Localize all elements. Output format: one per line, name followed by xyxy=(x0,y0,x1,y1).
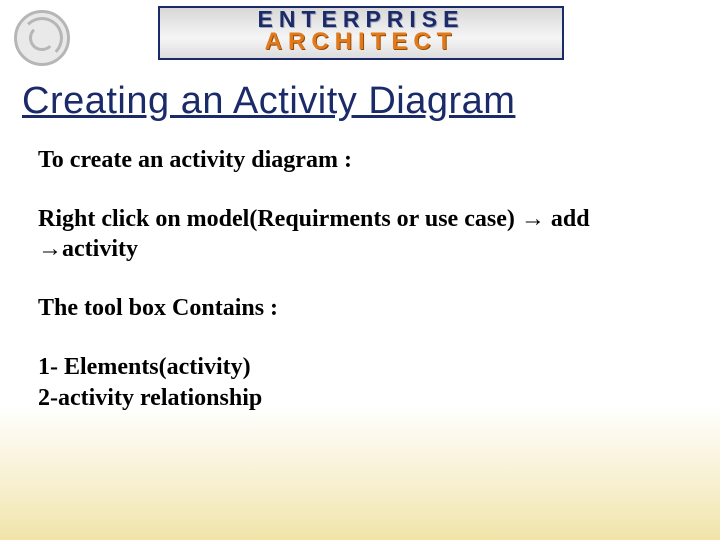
slide-header: ENTERPRISE ARCHITECT xyxy=(0,0,720,72)
steps-text: Right click on model(Requirments or use … xyxy=(38,204,678,265)
toolbox-heading: The tool box Contains : xyxy=(38,293,678,324)
swirl-logo-icon xyxy=(14,10,70,66)
slide-title: Creating an Activity Diagram xyxy=(22,80,720,123)
brand-line-2: ARCHITECT xyxy=(160,31,562,54)
intro-text: To create an activity diagram : xyxy=(38,145,678,176)
toolbox-items: 1- Elements(activity) 2-activity relatio… xyxy=(38,352,678,413)
slide-body: To create an activity diagram : Right cl… xyxy=(38,145,720,413)
brand-badge: ENTERPRISE ARCHITECT xyxy=(158,6,564,60)
